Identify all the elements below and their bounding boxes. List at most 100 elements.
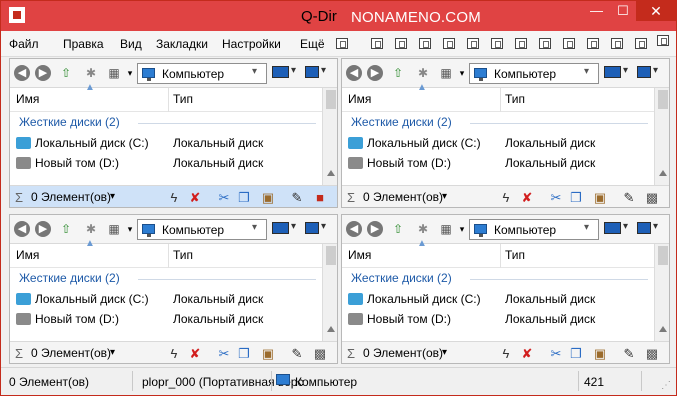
column-divider[interactable] <box>168 88 169 112</box>
column-type[interactable]: Тип <box>173 248 193 262</box>
scroll-up-arrow-icon[interactable] <box>659 170 667 176</box>
chevron-down-icon[interactable]: ▾ <box>321 65 326 76</box>
new-folder-icon[interactable]: ✱ <box>415 65 431 81</box>
rename-icon[interactable]: ✎ <box>621 346 637 362</box>
scrollbar-thumb[interactable] <box>326 90 336 109</box>
pane-bottom-right[interactable]: ◀ ▶ ⇧ ✱ ▦ ▾ Компьютер ▾ ▾ ▾ ▲ Имя Тип Же… <box>341 214 670 364</box>
chevron-down-icon[interactable]: ▾ <box>110 191 115 202</box>
rename-icon[interactable]: ✎ <box>621 190 637 206</box>
layout-2v-icon[interactable] <box>371 38 383 49</box>
scrollbar-thumb[interactable] <box>658 90 668 109</box>
back-arrow-icon[interactable]: ◀ <box>14 221 30 237</box>
chevron-down-icon[interactable]: ▾ <box>623 65 628 76</box>
scroll-up-arrow-icon[interactable] <box>327 170 335 176</box>
column-divider[interactable] <box>500 88 501 112</box>
network-icon[interactable] <box>305 66 319 78</box>
list-item[interactable]: Новый том (D:) Локальный диск <box>342 309 654 329</box>
vertical-scrollbar[interactable] <box>654 88 669 187</box>
maximize-button[interactable]: ☐ <box>610 1 636 21</box>
monitor-icon[interactable] <box>604 222 621 234</box>
group-header[interactable]: Жесткие диски (2) <box>10 270 322 287</box>
vertical-scrollbar[interactable] <box>654 244 669 343</box>
forward-arrow-icon[interactable]: ▶ <box>367 65 383 81</box>
properties-icon[interactable]: ▩ <box>644 190 660 206</box>
chevron-down-icon[interactable]: ▾ <box>291 221 296 232</box>
vertical-scrollbar[interactable] <box>322 244 337 343</box>
paste-icon[interactable]: ▣ <box>260 346 276 362</box>
item-count[interactable]: 0 Элемент(ов) <box>363 190 443 204</box>
address-combobox[interactable]: Компьютер ▾ <box>137 219 267 240</box>
column-type[interactable]: Тип <box>505 92 525 106</box>
lightning-icon[interactable]: ϟ <box>498 346 514 362</box>
paste-icon[interactable]: ▣ <box>260 190 276 206</box>
delete-x-icon[interactable]: ✘ <box>519 346 535 362</box>
copy-icon[interactable]: ❐ <box>236 190 252 206</box>
menu-settings[interactable]: Настройки <box>222 37 281 51</box>
new-folder-icon[interactable]: ✱ <box>415 221 431 237</box>
group-header[interactable]: Жесткие диски (2) <box>342 114 654 131</box>
column-name[interactable]: Имя <box>348 92 371 106</box>
network-icon[interactable] <box>637 66 651 78</box>
properties-icon[interactable]: ■ <box>312 190 328 206</box>
list-item[interactable]: Локальный диск (C:) Локальный диск <box>10 133 322 153</box>
lightning-icon[interactable]: ϟ <box>166 346 182 362</box>
pane-bottom-left[interactable]: ◀ ▶ ⇧ ✱ ▦ ▾ Компьютер ▾ ▾ ▾ ▲ Имя Тип Же… <box>9 214 338 364</box>
view-mode-icon[interactable]: ▦ <box>438 65 454 81</box>
column-type[interactable]: Тип <box>505 248 525 262</box>
rename-icon[interactable]: ✎ <box>289 190 305 206</box>
layout-3-icon[interactable] <box>563 38 575 49</box>
forward-arrow-icon[interactable]: ▶ <box>367 221 383 237</box>
layout-3a-icon[interactable] <box>419 38 431 49</box>
list-item[interactable]: Локальный диск (C:) Локальный диск <box>342 289 654 309</box>
address-combobox[interactable]: Компьютер ▾ <box>137 63 267 84</box>
scissors-icon[interactable]: ✂ <box>548 346 564 362</box>
rename-icon[interactable]: ✎ <box>289 346 305 362</box>
menu-view[interactable]: Вид <box>120 37 142 51</box>
column-name[interactable]: Имя <box>16 248 39 262</box>
chevron-down-icon[interactable]: ▾ <box>584 66 589 77</box>
layout-5-icon[interactable] <box>611 38 623 49</box>
chevron-down-icon[interactable]: ▾ <box>653 65 658 76</box>
view-mode-caret-icon[interactable]: ▾ <box>122 65 138 81</box>
lightning-icon[interactable]: ϟ <box>498 190 514 206</box>
qdir-app-icon[interactable] <box>9 7 25 23</box>
view-mode-icon[interactable]: ▦ <box>438 221 454 237</box>
layout-6-icon[interactable] <box>635 38 647 49</box>
resize-grip-icon[interactable]: ⋰ <box>661 380 671 391</box>
titlebar[interactable]: Q-Dir NONAMENO.COM — ☐ ✕ <box>1 1 676 31</box>
copy-icon[interactable]: ❐ <box>568 190 584 206</box>
chevron-down-icon[interactable]: ▾ <box>291 65 296 76</box>
close-button[interactable]: ✕ <box>636 1 676 21</box>
scissors-icon[interactable]: ✂ <box>216 346 232 362</box>
copy-icon[interactable]: ❐ <box>236 346 252 362</box>
forward-arrow-icon[interactable]: ▶ <box>35 65 51 81</box>
item-count[interactable]: 0 Элемент(ов) <box>31 190 111 204</box>
scissors-icon[interactable]: ✂ <box>548 190 564 206</box>
forward-arrow-icon[interactable]: ▶ <box>35 221 51 237</box>
network-icon[interactable] <box>305 222 319 234</box>
list-item[interactable]: Новый том (D:) Локальный диск <box>10 153 322 173</box>
item-count[interactable]: 0 Элемент(ов) <box>363 346 443 360</box>
chevron-down-icon[interactable]: ▾ <box>442 191 447 202</box>
layout-3b-icon[interactable] <box>443 38 455 49</box>
chevron-down-icon[interactable]: ▾ <box>623 221 628 232</box>
view-mode-icon[interactable]: ▦ <box>106 65 122 81</box>
layout-3d-icon[interactable] <box>491 38 503 49</box>
back-arrow-icon[interactable]: ◀ <box>346 221 362 237</box>
list-item[interactable]: Новый том (D:) Локальный диск <box>10 309 322 329</box>
chevron-down-icon[interactable]: ▾ <box>110 347 115 358</box>
back-arrow-icon[interactable]: ◀ <box>14 65 30 81</box>
menu-more[interactable]: Ещё <box>300 37 325 51</box>
pane-top-left[interactable]: ◀ ▶ ⇧ ✱ ▦ ▾ Компьютер ▾ ▾ ▾ ▲ Имя Тип Же… <box>9 58 338 208</box>
chevron-down-icon[interactable]: ▾ <box>252 66 257 77</box>
view-mode-icon[interactable]: ▦ <box>106 221 122 237</box>
monitor-icon[interactable] <box>272 222 289 234</box>
paste-icon[interactable]: ▣ <box>592 190 608 206</box>
layout-2h-icon[interactable] <box>395 38 407 49</box>
view-mode-caret-icon[interactable]: ▾ <box>454 65 470 81</box>
layout-4-icon[interactable] <box>587 38 599 49</box>
up-folder-icon[interactable]: ⇧ <box>58 221 74 237</box>
chevron-down-icon[interactable]: ▾ <box>252 222 257 233</box>
address-combobox[interactable]: Компьютер ▾ <box>469 219 599 240</box>
copy-icon[interactable]: ❐ <box>568 346 584 362</box>
